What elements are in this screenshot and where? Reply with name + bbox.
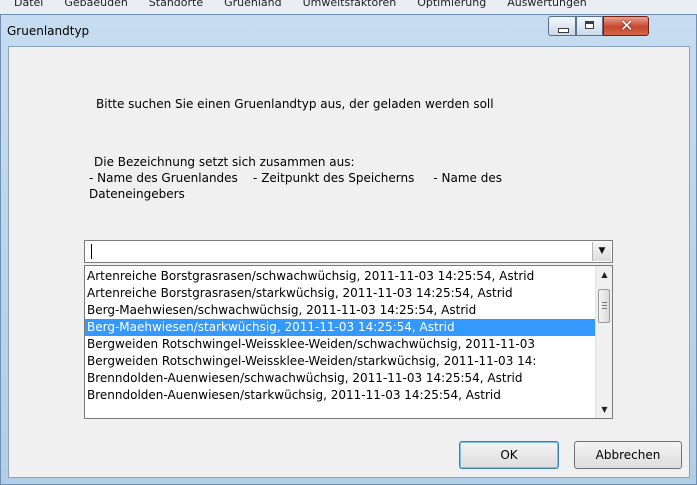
chevron-down-icon: ▼	[598, 246, 606, 256]
list-item-selected[interactable]: Berg-Maehwiesen/starkwüchsig, 2011-11-03…	[85, 319, 596, 336]
background-app-menu-strip: Datei Gebaeuden Standorte Gruenland Umwe…	[0, 0, 697, 14]
maximize-button[interactable]	[576, 16, 603, 36]
list-item[interactable]: Artenreiche Borstgrasrasen/schwachwüchsi…	[85, 268, 596, 285]
list-item[interactable]: Brenndolden-Auenwiesen/schwachwüchsig, 2…	[85, 370, 596, 387]
background-menu-fragment: Datei Gebaeuden Standorte Gruenland Umwe…	[14, 0, 587, 9]
gruenlandtyp-combobox[interactable]: ▼	[84, 240, 613, 263]
scrollbar-thumb[interactable]	[598, 289, 610, 323]
minimize-button[interactable]	[548, 16, 576, 36]
scroll-up-button[interactable]: ▲	[596, 266, 612, 283]
instruction-text: Bitte suchen Sie einen Gruenlandtyp aus,…	[96, 97, 494, 111]
composition-heading: Die Bezeichnung setzt sich zusammen aus:	[94, 155, 355, 169]
grip-line	[602, 308, 607, 309]
grip-line	[602, 305, 607, 306]
list-item[interactable]: Bergweiden Rotschwingel-Weissklee-Weiden…	[85, 336, 596, 353]
combobox-dropdown-button[interactable]: ▼	[592, 242, 611, 261]
composition-line-2: Dateneingebers	[89, 187, 185, 201]
grip-line	[602, 302, 607, 303]
dialog-content: Bitte suchen Sie einen Gruenlandtyp aus,…	[8, 46, 690, 478]
maximize-icon	[585, 21, 594, 29]
cancel-button[interactable]: Abbrechen	[574, 441, 682, 469]
close-button[interactable]: ✕	[603, 16, 649, 36]
window-title: Gruenlandtyp	[7, 24, 90, 38]
minimize-icon	[558, 28, 569, 33]
arrow-down-icon: ▼	[601, 405, 608, 414]
scroll-down-button[interactable]: ▼	[596, 401, 612, 418]
close-icon: ✕	[620, 16, 634, 35]
ok-button[interactable]: OK	[459, 441, 559, 469]
gruenlandtyp-listbox[interactable]: Artenreiche Borstgrasrasen/schwachwüchsi…	[84, 265, 613, 419]
list-item[interactable]: Artenreiche Borstgrasrasen/starkwüchsig,…	[85, 285, 596, 302]
composition-line-1: - Name des Gruenlandes - Zeitpunkt des S…	[89, 171, 503, 185]
title-bar[interactable]: Gruenlandtyp ✕	[1, 15, 696, 47]
list-items: Artenreiche Borstgrasrasen/schwachwüchsi…	[85, 268, 596, 404]
text-caret	[91, 244, 92, 259]
vertical-scrollbar[interactable]: ▲ ▼	[595, 266, 612, 418]
list-item[interactable]: Bergweiden Rotschwingel-Weissklee-Weiden…	[85, 353, 596, 370]
list-item[interactable]: Berg-Maehwiesen/schwachwüchsig, 2011-11-…	[85, 302, 596, 319]
dialog-window: Gruenlandtyp ✕ Bitte suchen Sie einen Gr…	[0, 14, 697, 485]
arrow-up-icon: ▲	[601, 270, 608, 279]
list-item[interactable]: Brenndolden-Auenwiesen/starkwüchsig, 201…	[85, 387, 596, 404]
